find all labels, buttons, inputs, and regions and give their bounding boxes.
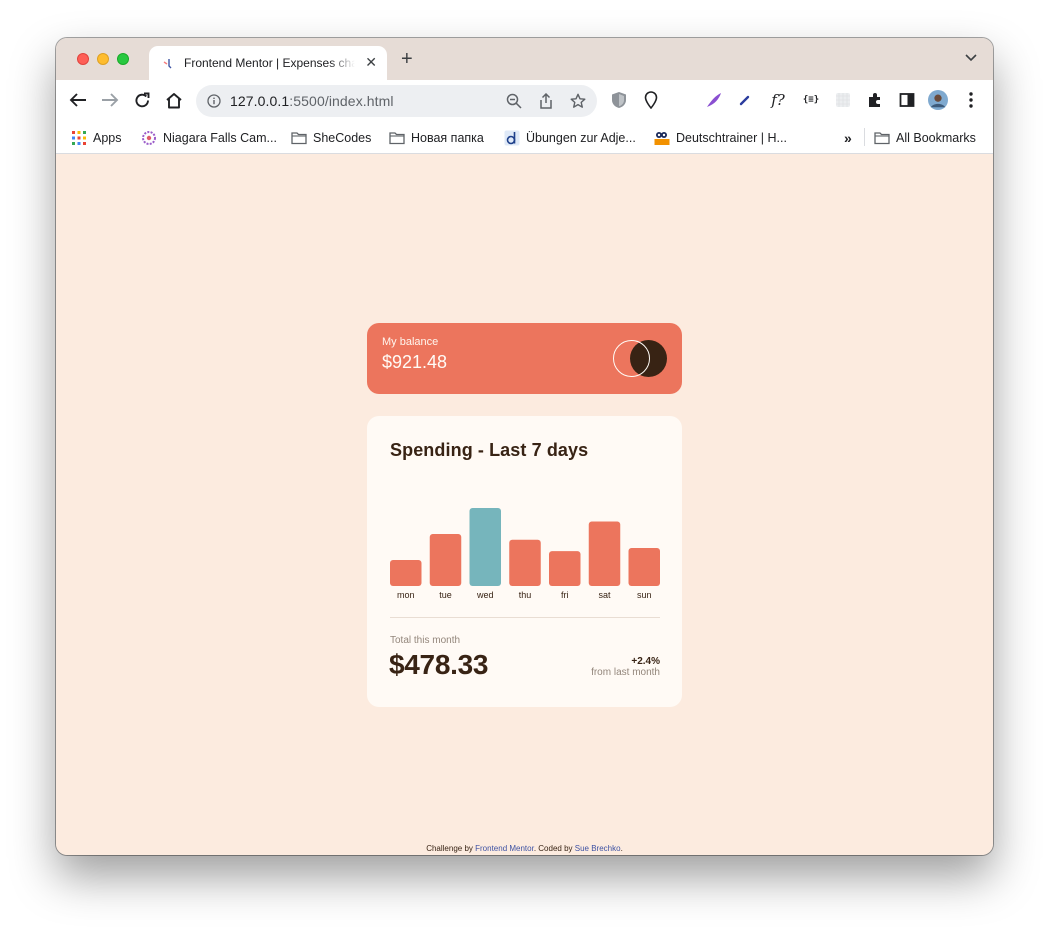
balance-label: My balance (382, 336, 439, 348)
grid-extension-icon[interactable] (833, 90, 853, 110)
bookmark-star-icon[interactable] (570, 93, 586, 109)
bar-fri[interactable] (549, 551, 581, 586)
day-label-tue: tue (439, 590, 452, 600)
bar-sun[interactable] (628, 548, 661, 586)
bookmarks-separator (864, 128, 865, 146)
forward-icon[interactable] (100, 90, 120, 110)
card-divider (390, 617, 660, 618)
change-percent: +2.4% (631, 656, 660, 667)
bar-chart-svg: mon tue wed thu fri sat sun (390, 508, 661, 600)
share-icon[interactable] (539, 93, 553, 109)
logo-ring-circle-icon (613, 340, 650, 377)
active-tab[interactable]: Frontend Mentor | Expenses chart compone… (149, 46, 387, 80)
zoom-icon[interactable] (506, 93, 522, 109)
bar-thu[interactable] (509, 539, 541, 586)
frontend-mentor-favicon-icon (163, 59, 172, 69)
frontend-mentor-link[interactable]: Frontend Mentor (475, 844, 534, 853)
pen-extension-icon[interactable] (735, 90, 755, 110)
browser-menu-icon[interactable] (961, 90, 981, 110)
spending-title: Spending - Last 7 days (390, 440, 589, 460)
close-tab-icon[interactable]: ✕ (365, 54, 377, 71)
browser-toolbar: 127.0.0.1:5500/index.html f? {≡} (56, 80, 993, 120)
day-label-thu: thu (519, 590, 532, 600)
bar-mon[interactable] (390, 560, 422, 586)
home-icon[interactable] (164, 90, 184, 110)
page-viewport: My balance $921.48 Spending - Last 7 day… (56, 155, 993, 855)
folder-icon (291, 132, 307, 145)
tab-title: Frontend Mentor | Expenses chart compone… (184, 56, 355, 70)
total-value: $478.33 (389, 649, 489, 680)
all-bookmarks-button[interactable]: All Bookmarks (874, 129, 976, 147)
fullscreen-window-button[interactable] (117, 53, 129, 65)
day-label-sat: sat (598, 590, 611, 600)
shield-extension-icon[interactable] (609, 90, 629, 110)
goethe-icon (654, 132, 670, 145)
attribution: Challenge by Frontend Mentor. Coded by S… (426, 844, 623, 853)
folder-icon (874, 132, 890, 145)
bar-wed[interactable] (469, 508, 502, 586)
folder-icon (389, 132, 405, 145)
total-label: Total this month (390, 635, 461, 646)
day-label-mon: mon (397, 590, 415, 600)
spending-bar-chart: mon tue wed thu fri sat sun (390, 486, 660, 611)
bookmarks-bar: Apps Niagara Falls Cam... SheCodes Новая… (56, 120, 993, 154)
change-label: from last month (591, 667, 660, 678)
author-link[interactable]: Sue Brechko (575, 844, 621, 853)
url-text[interactable]: 127.0.0.1:5500/index.html (230, 93, 394, 109)
balance-amount: $921.48 (382, 352, 448, 372)
bookmark-deutschtrainer[interactable]: Deutschtrainer | H... (654, 129, 787, 147)
niagara-icon (142, 131, 156, 145)
new-tab-icon[interactable]: + (401, 49, 413, 69)
day-label-sun: sun (637, 590, 652, 600)
tab-strip: Frontend Mentor | Expenses chart compone… (56, 38, 993, 80)
day-label-fri: fri (561, 590, 569, 600)
minimize-window-button[interactable] (97, 53, 109, 65)
day-label-wed: wed (476, 590, 494, 600)
bookmark-uebungen[interactable]: Übungen zur Adje... (504, 129, 636, 147)
bookmark-shecodes[interactable]: SheCodes (291, 129, 371, 147)
d-site-icon (504, 130, 520, 146)
reload-icon[interactable] (132, 90, 152, 110)
feather-extension-icon[interactable] (704, 90, 724, 110)
bookmark-apps[interactable]: Apps (71, 129, 122, 147)
spending-card: Spending - Last 7 days mon tue wed thu fri sa… (367, 416, 682, 707)
bar-tue[interactable] (429, 534, 462, 586)
extensions-puzzle-icon[interactable] (865, 90, 885, 110)
bookmarks-overflow-chevron[interactable]: » (844, 129, 852, 147)
apps-grid-icon (72, 131, 86, 145)
function-extension-icon[interactable]: f? (768, 90, 788, 110)
site-info-icon[interactable] (207, 94, 221, 108)
tab-search-chevron-icon[interactable] (965, 54, 977, 62)
back-icon[interactable] (68, 90, 88, 110)
address-bar[interactable]: 127.0.0.1:5500/index.html (196, 85, 597, 117)
close-window-button[interactable] (77, 53, 89, 65)
balance-card: My balance $921.48 (367, 323, 682, 394)
side-panel-icon[interactable] (897, 90, 917, 110)
bookmark-new-folder[interactable]: Новая папка (389, 129, 484, 147)
bar-sat[interactable] (588, 521, 621, 586)
bookmark-niagara[interactable]: Niagara Falls Cam... (141, 129, 277, 147)
json-extension-icon[interactable]: {≡} (801, 90, 821, 110)
browser-window: Frontend Mentor | Expenses chart compone… (56, 38, 993, 855)
profile-avatar-icon[interactable] (928, 90, 948, 110)
location-pin-extension-icon[interactable] (641, 90, 661, 110)
